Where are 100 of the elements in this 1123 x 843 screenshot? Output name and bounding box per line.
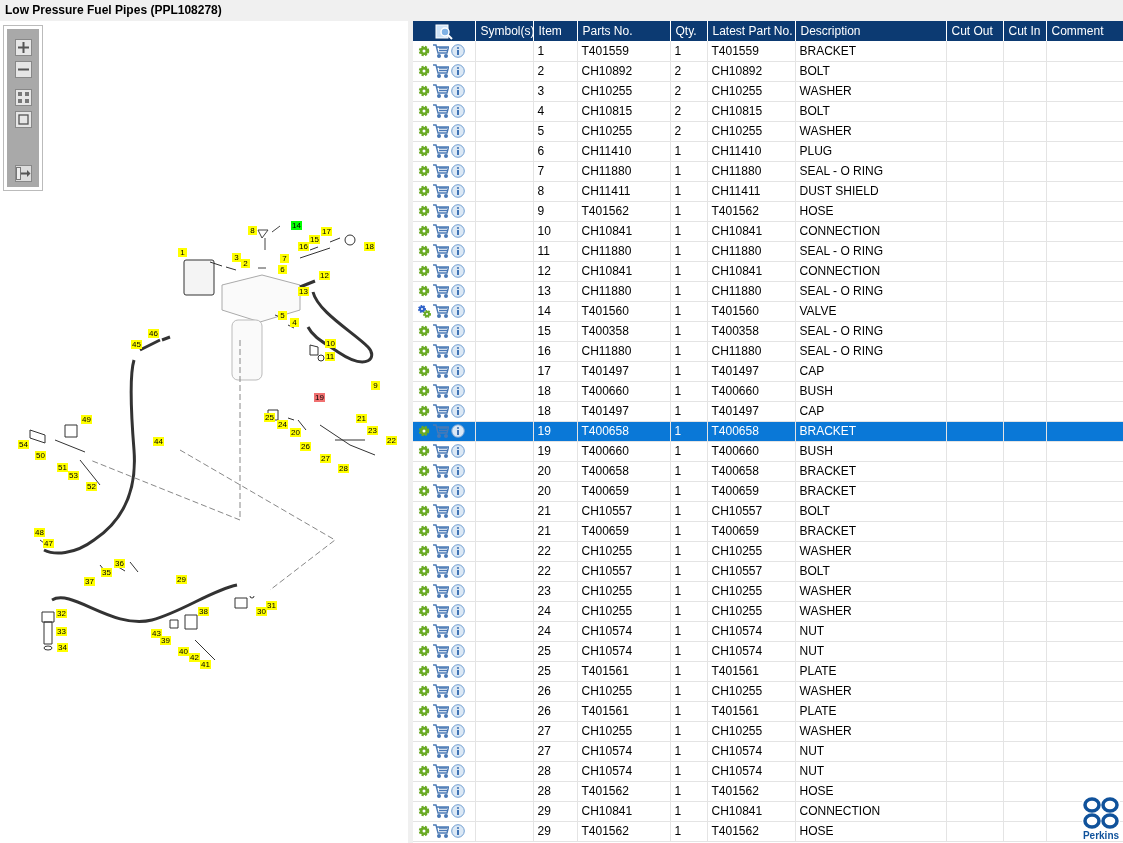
cart-icon[interactable] [433, 464, 449, 478]
info-icon[interactable] [451, 64, 465, 78]
fit-button[interactable] [14, 89, 32, 106]
cart-icon[interactable] [433, 784, 449, 798]
callout-label[interactable]: 26 [300, 442, 311, 451]
callout-label[interactable]: 48 [34, 528, 45, 537]
cart-icon[interactable] [433, 304, 449, 318]
cart-icon[interactable] [433, 444, 449, 458]
gear-icon[interactable] [417, 524, 431, 538]
column-header[interactable]: Cut In [1003, 21, 1046, 41]
info-icon[interactable] [451, 704, 465, 718]
info-icon[interactable] [451, 364, 465, 378]
callout-label[interactable]: 31 [266, 601, 277, 610]
callout-label[interactable]: 13 [298, 287, 309, 296]
info-icon[interactable] [451, 204, 465, 218]
callout-label[interactable]: 3 [232, 253, 241, 262]
info-icon[interactable] [451, 184, 465, 198]
info-icon[interactable] [451, 224, 465, 238]
cart-icon[interactable] [433, 364, 449, 378]
callout-label[interactable]: 39 [160, 636, 171, 645]
cart-icon[interactable] [433, 644, 449, 658]
info-icon[interactable] [451, 644, 465, 658]
callout-label[interactable]: 43 [151, 629, 162, 638]
callout-label[interactable]: 11 [325, 352, 336, 361]
callout-label[interactable]: 35 [101, 568, 112, 577]
info-icon[interactable] [451, 284, 465, 298]
column-header[interactable]: Cut Out [946, 21, 1003, 41]
callout-label[interactable]: 15 [309, 235, 320, 244]
gear-icon[interactable] [417, 64, 431, 78]
callout-label[interactable]: 52 [86, 482, 97, 491]
cart-icon[interactable] [433, 264, 449, 278]
cart-icon[interactable] [433, 344, 449, 358]
info-icon[interactable] [451, 724, 465, 738]
cart-icon[interactable] [433, 324, 449, 338]
callout-label[interactable]: 40 [178, 647, 189, 656]
callout-label[interactable]: 19 [314, 393, 325, 402]
cart-icon[interactable] [433, 724, 449, 738]
gear-icon[interactable] [417, 744, 431, 758]
callout-label[interactable]: 22 [386, 436, 397, 445]
callout-label[interactable]: 9 [371, 381, 380, 390]
info-icon[interactable] [451, 464, 465, 478]
gear-icon[interactable] [417, 84, 431, 98]
callout-label[interactable]: 2 [241, 259, 250, 268]
callout-label[interactable]: 51 [57, 463, 68, 472]
column-header[interactable]: Qty. [670, 21, 707, 41]
info-icon[interactable] [451, 824, 465, 838]
cart-icon[interactable] [433, 824, 449, 838]
cart-icon[interactable] [433, 564, 449, 578]
callout-label[interactable]: 23 [367, 426, 378, 435]
info-icon[interactable] [451, 544, 465, 558]
info-icon[interactable] [451, 604, 465, 618]
callout-label[interactable]: 28 [338, 464, 349, 473]
info-icon[interactable] [451, 84, 465, 98]
info-icon[interactable] [451, 584, 465, 598]
gear-icon[interactable] [417, 224, 431, 238]
cart-icon[interactable] [433, 224, 449, 238]
cart-icon[interactable] [433, 284, 449, 298]
column-header[interactable]: Description [795, 21, 946, 41]
callout-label[interactable]: 54 [18, 440, 29, 449]
gear-icon[interactable] [417, 344, 431, 358]
gear-icon[interactable] [417, 264, 431, 278]
callout-label[interactable]: 24 [277, 420, 288, 429]
cart-icon[interactable] [433, 404, 449, 418]
callout-label[interactable]: 29 [176, 575, 187, 584]
gear-icon[interactable] [417, 784, 431, 798]
cart-icon[interactable] [433, 544, 449, 558]
gear-icon[interactable] [417, 484, 431, 498]
callout-label[interactable]: 14 [291, 221, 302, 230]
callout-label[interactable]: 5 [278, 311, 287, 320]
callout-label[interactable]: 20 [290, 428, 301, 437]
cart-icon[interactable] [433, 164, 449, 178]
info-icon[interactable] [451, 304, 465, 318]
gear-icon[interactable] [417, 124, 431, 138]
gear-icon[interactable] [417, 104, 431, 118]
callout-label[interactable]: 50 [35, 451, 46, 460]
column-header[interactable]: Symbol(s) [475, 21, 533, 41]
gear-icon[interactable] [417, 504, 431, 518]
gear-icon[interactable] [417, 43, 431, 58]
callout-label[interactable]: 53 [68, 471, 79, 480]
info-icon[interactable] [451, 384, 465, 398]
callout-label[interactable]: 25 [264, 413, 275, 422]
callout-label[interactable]: 30 [256, 607, 267, 616]
gear-icon[interactable] [417, 804, 431, 818]
gear-icon[interactable] [417, 724, 431, 738]
gear-icon[interactable] [417, 764, 431, 778]
callout-label[interactable]: 33 [56, 627, 67, 636]
callout-label[interactable]: 10 [325, 339, 336, 348]
gear-icon[interactable] [417, 204, 431, 218]
gear-icon[interactable] [417, 704, 431, 718]
info-icon[interactable] [451, 324, 465, 338]
cart-icon[interactable] [433, 684, 449, 698]
info-icon[interactable] [451, 244, 465, 258]
info-icon[interactable] [451, 684, 465, 698]
gear-icon[interactable] [417, 424, 431, 438]
callout-label[interactable]: 44 [153, 437, 164, 446]
info-icon[interactable] [451, 784, 465, 798]
info-icon[interactable] [451, 124, 465, 138]
callout-label[interactable]: 27 [320, 454, 331, 463]
gear-icon[interactable] [417, 464, 431, 478]
column-header[interactable]: Item [533, 21, 577, 41]
